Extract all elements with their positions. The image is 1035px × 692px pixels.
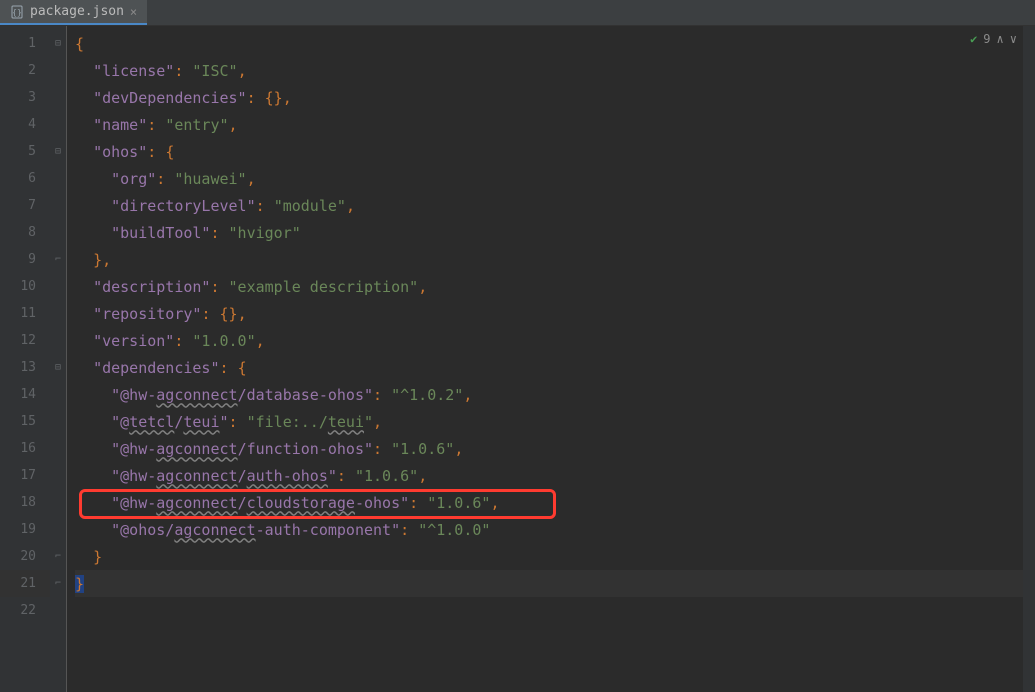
fold-marker[interactable]: ⊟	[50, 30, 66, 57]
fold-marker	[50, 165, 66, 192]
fold-marker	[50, 462, 66, 489]
code-line[interactable]: "@hw-agconnect/cloudstorage-ohos": "1.0.…	[75, 489, 1035, 516]
code-line[interactable]	[75, 597, 1035, 624]
code-line[interactable]: "name": "entry",	[75, 111, 1035, 138]
line-number[interactable]: 13	[0, 354, 50, 381]
warning-count: 9	[983, 32, 990, 46]
line-number[interactable]: 5	[0, 138, 50, 165]
fold-marker[interactable]: ⊟	[50, 354, 66, 381]
line-number[interactable]: 20	[0, 543, 50, 570]
line-number[interactable]: 2	[0, 57, 50, 84]
line-number[interactable]: 18	[0, 489, 50, 516]
line-number[interactable]: 4	[0, 111, 50, 138]
fold-marker	[50, 489, 66, 516]
code-line[interactable]: "@tetcl/teui": "file:../teui",	[75, 408, 1035, 435]
fold-marker[interactable]: ⌐	[50, 570, 66, 597]
fold-marker	[50, 516, 66, 543]
fold-marker	[50, 597, 66, 624]
tab-label: package.json	[30, 4, 124, 19]
fold-marker	[50, 219, 66, 246]
code-line[interactable]: "buildTool": "hvigor"	[75, 219, 1035, 246]
line-number[interactable]: 6	[0, 165, 50, 192]
tab-bar: {} package.json ×	[0, 0, 1035, 26]
inspection-status[interactable]: ✔ 9 ∧ ∨	[970, 32, 1017, 46]
close-icon[interactable]: ×	[130, 5, 137, 19]
fold-gutter: ⊟⊟⌐⊟⌐⌐	[50, 26, 66, 692]
code-line[interactable]: "version": "1.0.0",	[75, 327, 1035, 354]
fold-marker	[50, 300, 66, 327]
code-line[interactable]: "repository": {},	[75, 300, 1035, 327]
line-number[interactable]: 19	[0, 516, 50, 543]
line-number[interactable]: 3	[0, 84, 50, 111]
line-number[interactable]: 17	[0, 462, 50, 489]
line-number[interactable]: 14	[0, 381, 50, 408]
line-number[interactable]: 11	[0, 300, 50, 327]
fold-marker[interactable]: ⊟	[50, 138, 66, 165]
code-line[interactable]: },	[75, 246, 1035, 273]
line-number[interactable]: 21	[0, 570, 50, 597]
line-number[interactable]: 10	[0, 273, 50, 300]
line-number[interactable]: 12	[0, 327, 50, 354]
line-number-gutter: 12345678910111213141516171819202122	[0, 26, 50, 692]
code-line[interactable]: "directoryLevel": "module",	[75, 192, 1035, 219]
tab-package-json[interactable]: {} package.json ×	[0, 0, 147, 25]
line-number[interactable]: 9	[0, 246, 50, 273]
line-number[interactable]: 8	[0, 219, 50, 246]
code-area[interactable]: ✔ 9 ∧ ∨ { "license": "ISC", "devDependen…	[66, 26, 1035, 692]
line-number[interactable]: 22	[0, 597, 50, 624]
code-line[interactable]: "dependencies": {	[75, 354, 1035, 381]
code-line[interactable]: "@hw-agconnect/database-ohos": "^1.0.2",	[75, 381, 1035, 408]
fold-marker	[50, 381, 66, 408]
fold-marker	[50, 327, 66, 354]
code-line[interactable]: {	[75, 30, 1035, 57]
code-line[interactable]: "@hw-agconnect/auth-ohos": "1.0.6",	[75, 462, 1035, 489]
fold-marker	[50, 408, 66, 435]
code-line[interactable]: "ohos": {	[75, 138, 1035, 165]
svg-text:{}: {}	[12, 8, 22, 17]
line-number[interactable]: 16	[0, 435, 50, 462]
json-file-icon: {}	[10, 5, 24, 19]
fold-marker	[50, 111, 66, 138]
code-line[interactable]: "@hw-agconnect/function-ohos": "1.0.6",	[75, 435, 1035, 462]
code-line[interactable]: "description": "example description",	[75, 273, 1035, 300]
fold-marker	[50, 435, 66, 462]
line-number[interactable]: 7	[0, 192, 50, 219]
check-icon: ✔	[970, 32, 977, 46]
line-number[interactable]: 15	[0, 408, 50, 435]
fold-marker[interactable]: ⌐	[50, 246, 66, 273]
code-line[interactable]: "org": "huawei",	[75, 165, 1035, 192]
fold-marker	[50, 57, 66, 84]
code-line[interactable]: "devDependencies": {},	[75, 84, 1035, 111]
error-stripe[interactable]	[1023, 26, 1035, 692]
editor-area: 12345678910111213141516171819202122 ⊟⊟⌐⊟…	[0, 26, 1035, 692]
fold-marker	[50, 273, 66, 300]
chevron-down-icon[interactable]: ∨	[1010, 32, 1017, 46]
fold-marker	[50, 84, 66, 111]
fold-marker	[50, 192, 66, 219]
code-line[interactable]: }	[75, 570, 1035, 597]
chevron-up-icon[interactable]: ∧	[997, 32, 1004, 46]
code-line[interactable]: "license": "ISC",	[75, 57, 1035, 84]
code-line[interactable]: }	[75, 543, 1035, 570]
fold-marker[interactable]: ⌐	[50, 543, 66, 570]
code-line[interactable]: "@ohos/agconnect-auth-component": "^1.0.…	[75, 516, 1035, 543]
line-number[interactable]: 1	[0, 30, 50, 57]
